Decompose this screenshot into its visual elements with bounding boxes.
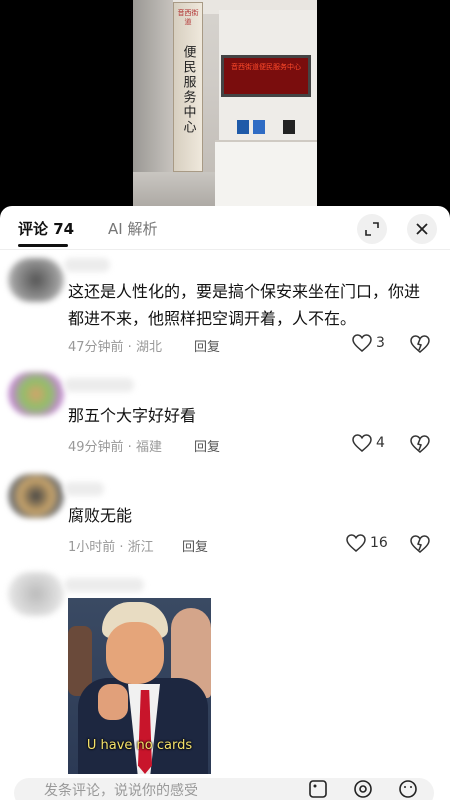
broken-heart-icon: [410, 535, 430, 553]
close-button[interactable]: [407, 214, 437, 244]
sticker-pointing-hand: [98, 684, 128, 720]
avatar[interactable]: [8, 372, 64, 416]
like-button[interactable]: 16: [346, 534, 388, 552]
sticker-face: [106, 622, 164, 684]
reply-button[interactable]: 回复: [194, 436, 220, 455]
comment-item: 那五个大字好好看 49分钟前 · 福建 回复 4: [0, 366, 450, 466]
like-count: 16: [370, 535, 388, 551]
comment-meta: 49分钟前 · 福建: [68, 440, 162, 455]
broken-heart-icon: [410, 435, 430, 453]
comment-text: 腐败无能: [68, 506, 133, 525]
comment-item: 腐败无能 1小时前 · 浙江 回复 16: [0, 468, 450, 568]
comment-text: 那五个大字好好看: [68, 406, 197, 425]
video-player[interactable]: 音西街道便民服务中心 音西街道 便民服务中心: [0, 0, 450, 212]
comment-tabs: 评论 74 AI 解析: [0, 206, 450, 250]
heart-icon: [346, 534, 366, 552]
comment-panel: 评论 74 AI 解析 这还是人性化的，要是搞个保安来坐在门口，你进都进不来，他…: [0, 206, 450, 800]
emoji-icon[interactable]: [397, 778, 419, 800]
led-sign: 音西街道便民服务中心: [221, 55, 311, 97]
like-count: 4: [376, 435, 385, 451]
monitor: [253, 120, 265, 134]
monitor: [283, 120, 295, 134]
monitor: [237, 120, 249, 134]
comment-text: 这还是人性化的，要是搞个保安来坐在门口，你进都进不来，他照样把空调开着，人不在。: [68, 282, 421, 328]
avatar[interactable]: [8, 572, 64, 616]
like-button[interactable]: 3: [352, 334, 385, 352]
plaque-small-text: 音西街道: [177, 9, 199, 26]
video-frame: 音西街道便民服务中心 音西街道 便民服务中心: [133, 0, 317, 212]
username-blurred[interactable]: [64, 258, 110, 272]
username-blurred[interactable]: [64, 378, 134, 392]
expand-button[interactable]: [357, 214, 387, 244]
close-icon: [416, 223, 428, 235]
office-plaque: 音西街道 便民服务中心: [173, 2, 203, 172]
tab-ai-analysis[interactable]: AI 解析: [108, 218, 157, 239]
image-icon[interactable]: [307, 778, 329, 800]
heart-icon: [352, 334, 372, 352]
plaque-main-text: 便民服务中心: [180, 45, 196, 135]
like-count: 3: [376, 335, 385, 351]
led-sign-text: 音西街道便民服务中心: [231, 63, 301, 71]
mention-icon[interactable]: [352, 778, 374, 800]
broken-heart-icon: [410, 335, 430, 353]
sticker-caption: U have no cards: [86, 738, 193, 753]
comment-meta: 1小时前 · 浙江: [68, 540, 154, 555]
comment-input-bar: 发条评论，说说你的感受: [0, 778, 450, 800]
comment-input[interactable]: 发条评论，说说你的感受: [14, 778, 434, 800]
comment-item: 这还是人性化的，要是搞个保安来坐在门口，你进都进不来，他照样把空调开着，人不在。…: [0, 250, 450, 360]
input-placeholder: 发条评论，说说你的感受: [44, 783, 198, 799]
meme-sticker-image[interactable]: U have no cards: [68, 598, 211, 774]
like-button[interactable]: 4: [352, 434, 385, 452]
dislike-button[interactable]: [410, 535, 430, 557]
reply-button[interactable]: 回复: [182, 536, 208, 555]
avatar[interactable]: [8, 258, 64, 302]
reply-button[interactable]: 回复: [194, 336, 220, 355]
tab-underline: [18, 244, 68, 247]
dislike-button[interactable]: [410, 435, 430, 457]
service-counter: [215, 140, 317, 212]
comment-meta: 47分钟前 · 湖北: [68, 340, 162, 355]
expand-icon: [365, 222, 379, 236]
dislike-button[interactable]: [410, 335, 430, 357]
username-blurred[interactable]: [64, 578, 144, 592]
heart-icon: [352, 434, 372, 452]
username-blurred[interactable]: [64, 482, 104, 496]
tab-comments[interactable]: 评论 74: [18, 218, 74, 239]
avatar[interactable]: [8, 474, 64, 518]
